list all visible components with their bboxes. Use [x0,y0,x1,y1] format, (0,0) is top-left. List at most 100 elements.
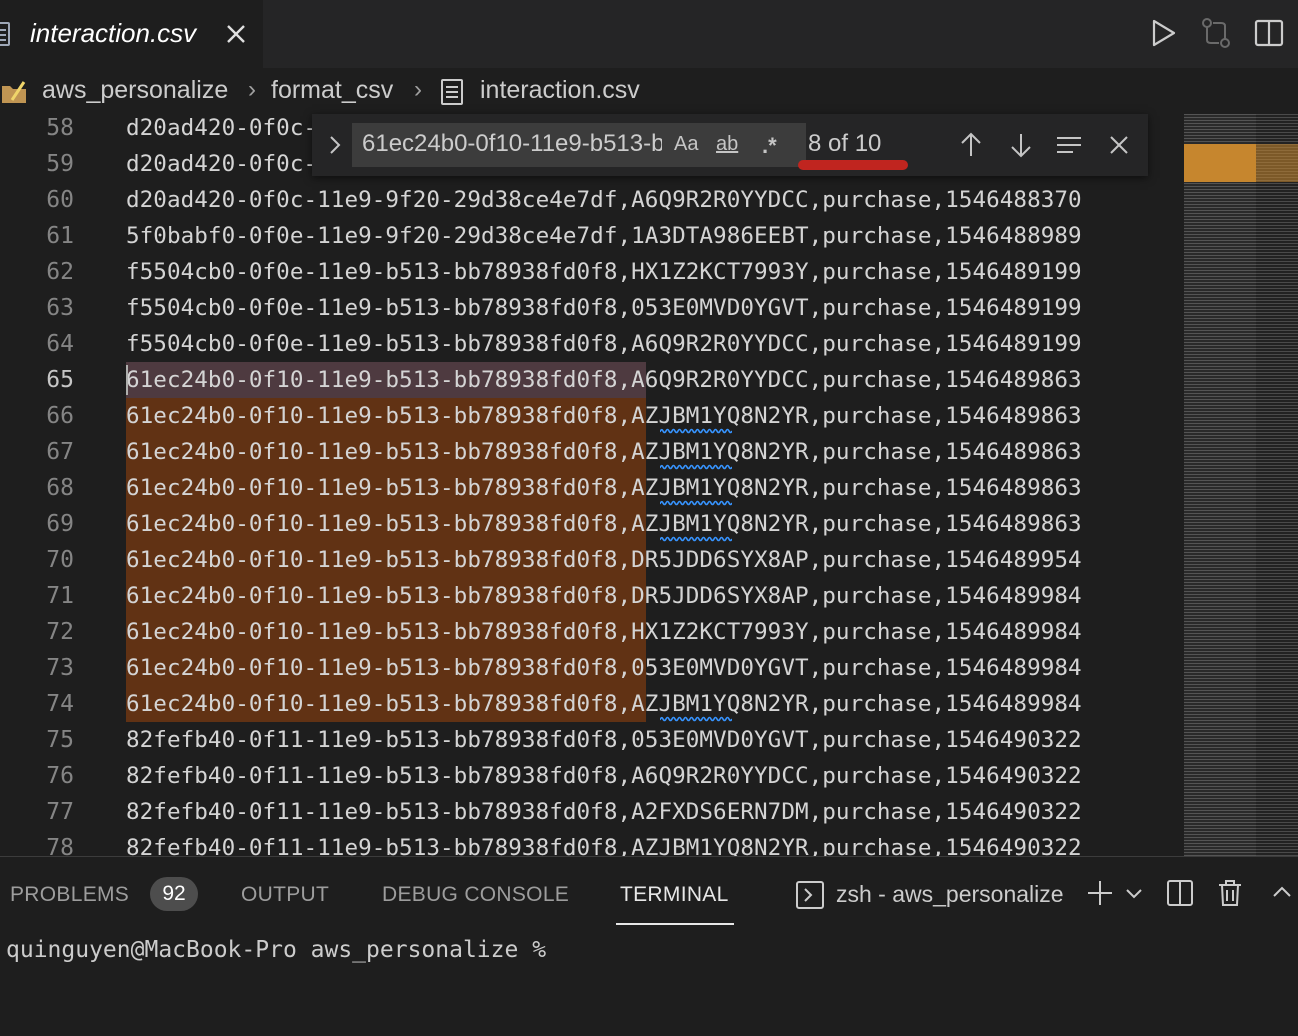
line-text: 61ec24b0-0f10-11e9-b513-bb78938fd0f8,AZJ… [126,403,1082,429]
code-line[interactable]: 78 82fefb40-0f11-11e9-b513-bb78938fd0f8,A… [0,830,1180,856]
terminal-icon [796,881,824,909]
line-text: 82fefb40-0f11-11e9-b513-bb78938fd0f8,A2F… [126,799,1082,825]
tab-problems[interactable]: PROBLEMS [10,883,129,907]
code-line[interactable]: 61 5f0babf0-0f0e-11e9-9f20-29d38ce4e7df,1… [0,218,1180,254]
split-terminal-icon[interactable] [1164,877,1196,909]
active-tab-indicator [616,923,734,925]
line-number: 60 [46,187,74,213]
close-icon[interactable] [222,20,250,48]
code-line[interactable]: 73 61ec24b0-0f10-11e9-b513-bb78938fd0f8,0… [0,650,1180,686]
minimap-slider[interactable] [1184,144,1256,182]
chevron-right-icon: › [248,76,256,103]
chevron-down-icon[interactable] [1122,877,1146,909]
chevron-right-icon[interactable] [322,132,348,158]
line-text: 61ec24b0-0f10-11e9-b513-bb78938fd0f8,AZJ… [126,475,1082,501]
find-input[interactable]: 61ec24b0-0f10-11e9-b513-bb78938fd0f8 Aa … [352,123,806,167]
line-number: 71 [46,583,74,609]
line-number: 77 [46,799,74,825]
terminal-prompt[interactable]: quinguyen@MacBook-Pro aws_personalize % [6,937,560,963]
chevron-right-icon: › [414,76,422,103]
code-line[interactable]: 66 61ec24b0-0f10-11e9-b513-bb78938fd0f8,A… [0,398,1180,434]
line-text: f5504cb0-0f0e-11e9-b513-bb78938fd0f8,HX1… [126,259,1082,285]
code-line[interactable]: 65 61ec24b0-0f10-11e9-b513-bb78938fd0f8,A… [0,362,1180,398]
tab-bar: interaction.csv [0,0,1298,68]
code-line[interactable]: 75 82fefb40-0f11-11e9-b513-bb78938fd0f8,0… [0,722,1180,758]
match-count: 8 of 10 [808,130,882,157]
terminal-selector[interactable]: zsh - aws_personalize [836,881,1064,908]
line-number: 70 [46,547,74,573]
folder-icon [2,81,26,103]
line-number: 65 [46,367,74,393]
breadcrumb-folder[interactable]: format_csv [271,76,393,105]
line-number: 61 [46,223,74,249]
tab-terminal[interactable]: TERMINAL [620,883,729,907]
line-number: 58 [46,115,74,141]
line-text: 82fefb40-0f11-11e9-b513-bb78938fd0f8,053… [126,727,1082,753]
line-number: 64 [46,331,74,357]
line-number: 73 [46,655,74,681]
tab-output[interactable]: OUTPUT [241,883,329,907]
file-lines-icon [0,22,10,46]
code-line[interactable]: 72 61ec24b0-0f10-11e9-b513-bb78938fd0f8,H… [0,614,1180,650]
trash-icon[interactable] [1214,877,1246,909]
chevron-up-icon[interactable] [1270,877,1294,909]
line-text: 61ec24b0-0f10-11e9-b513-bb78938fd0f8,AZJ… [126,439,1082,465]
line-text: 61ec24b0-0f10-11e9-b513-bb78938fd0f8,DR5… [126,583,1082,609]
code-line[interactable]: 62 f5504cb0-0f0e-11e9-b513-bb78938fd0f8,H… [0,254,1180,290]
line-number: 62 [46,259,74,285]
code-line[interactable]: 70 61ec24b0-0f10-11e9-b513-bb78938fd0f8,D… [0,542,1180,578]
match-case-toggle[interactable]: Aa [674,133,698,156]
line-number: 68 [46,475,74,501]
whole-word-toggle[interactable]: ab [716,133,738,156]
line-number: 67 [46,439,74,465]
code-line[interactable]: 71 61ec24b0-0f10-11e9-b513-bb78938fd0f8,D… [0,578,1180,614]
line-text: 61ec24b0-0f10-11e9-b513-bb78938fd0f8,AZJ… [126,691,1082,717]
line-number: 63 [46,295,74,321]
tab-title: interaction.csv [30,18,197,48]
line-number: 66 [46,403,74,429]
line-text: d20ad420-0f0c-11e9-9f20-29d38ce4e7df,A6Q… [126,187,1082,213]
code-line[interactable]: 68 61ec24b0-0f10-11e9-b513-bb78938fd0f8,A… [0,470,1180,506]
arrow-up-icon[interactable] [956,130,986,160]
find-widget: 61ec24b0-0f10-11e9-b513-bb78938fd0f8 Aa … [312,114,1148,176]
plus-icon[interactable] [1084,877,1116,909]
split-editor-icon[interactable] [1252,16,1286,50]
compare-changes-icon[interactable] [1199,16,1233,50]
tab-debug-console[interactable]: DEBUG CONSOLE [382,883,569,907]
close-icon[interactable] [1104,130,1134,160]
code-editor[interactable]: 58 d20ad420-0f0c-11e9-9f20-29d38ce4e7df,A… [0,114,1180,856]
minimap-content-right [1256,114,1298,856]
minimap[interactable] [1180,114,1298,856]
editor-tab-interaction-csv[interactable]: interaction.csv [0,0,263,68]
line-text: f5504cb0-0f0e-11e9-b513-bb78938fd0f8,A6Q… [126,331,1082,357]
line-number: 78 [46,835,74,856]
line-number: 69 [46,511,74,537]
code-line[interactable]: 69 61ec24b0-0f10-11e9-b513-bb78938fd0f8,A… [0,506,1180,542]
code-line[interactable]: 64 f5504cb0-0f0e-11e9-b513-bb78938fd0f8,A… [0,326,1180,362]
line-number: 74 [46,691,74,717]
breadcrumb-file[interactable]: interaction.csv [480,76,640,105]
code-line[interactable]: 67 61ec24b0-0f10-11e9-b513-bb78938fd0f8,A… [0,434,1180,470]
code-line[interactable]: 60 d20ad420-0f0c-11e9-9f20-29d38ce4e7df,A… [0,182,1180,218]
code-line[interactable]: 77 82fefb40-0f11-11e9-b513-bb78938fd0f8,A… [0,794,1180,830]
bottom-panel: PROBLEMS 92 OUTPUT DEBUG CONSOLE TERMINA… [0,856,1298,1036]
file-lines-icon [441,79,463,105]
code-line[interactable]: 74 61ec24b0-0f10-11e9-b513-bb78938fd0f8,A… [0,686,1180,722]
line-number: 72 [46,619,74,645]
breadcrumb-root[interactable]: aws_personalize [42,76,228,105]
line-text: 61ec24b0-0f10-11e9-b513-bb78938fd0f8,053… [126,655,1082,681]
code-line[interactable]: 76 82fefb40-0f11-11e9-b513-bb78938fd0f8,A… [0,758,1180,794]
line-text: 5f0babf0-0f0e-11e9-9f20-29d38ce4e7df,1A3… [126,223,1082,249]
line-number: 75 [46,727,74,753]
code-line[interactable]: 63 f5504cb0-0f0e-11e9-b513-bb78938fd0f8,0… [0,290,1180,326]
arrow-down-icon[interactable] [1006,130,1036,160]
line-number: 76 [46,763,74,789]
run-icon[interactable] [1146,16,1180,50]
find-in-selection-icon[interactable] [1054,130,1084,160]
breadcrumb: aws_personalize › format_csv › interacti… [0,68,1298,114]
line-text: 82fefb40-0f11-11e9-b513-bb78938fd0f8,A6Q… [126,763,1082,789]
regex-toggle[interactable]: .* [762,133,777,159]
problems-badge: 92 [150,877,198,911]
match-count-underline [798,160,908,170]
find-query: 61ec24b0-0f10-11e9-b513-bb78938fd0f8 [362,130,662,157]
